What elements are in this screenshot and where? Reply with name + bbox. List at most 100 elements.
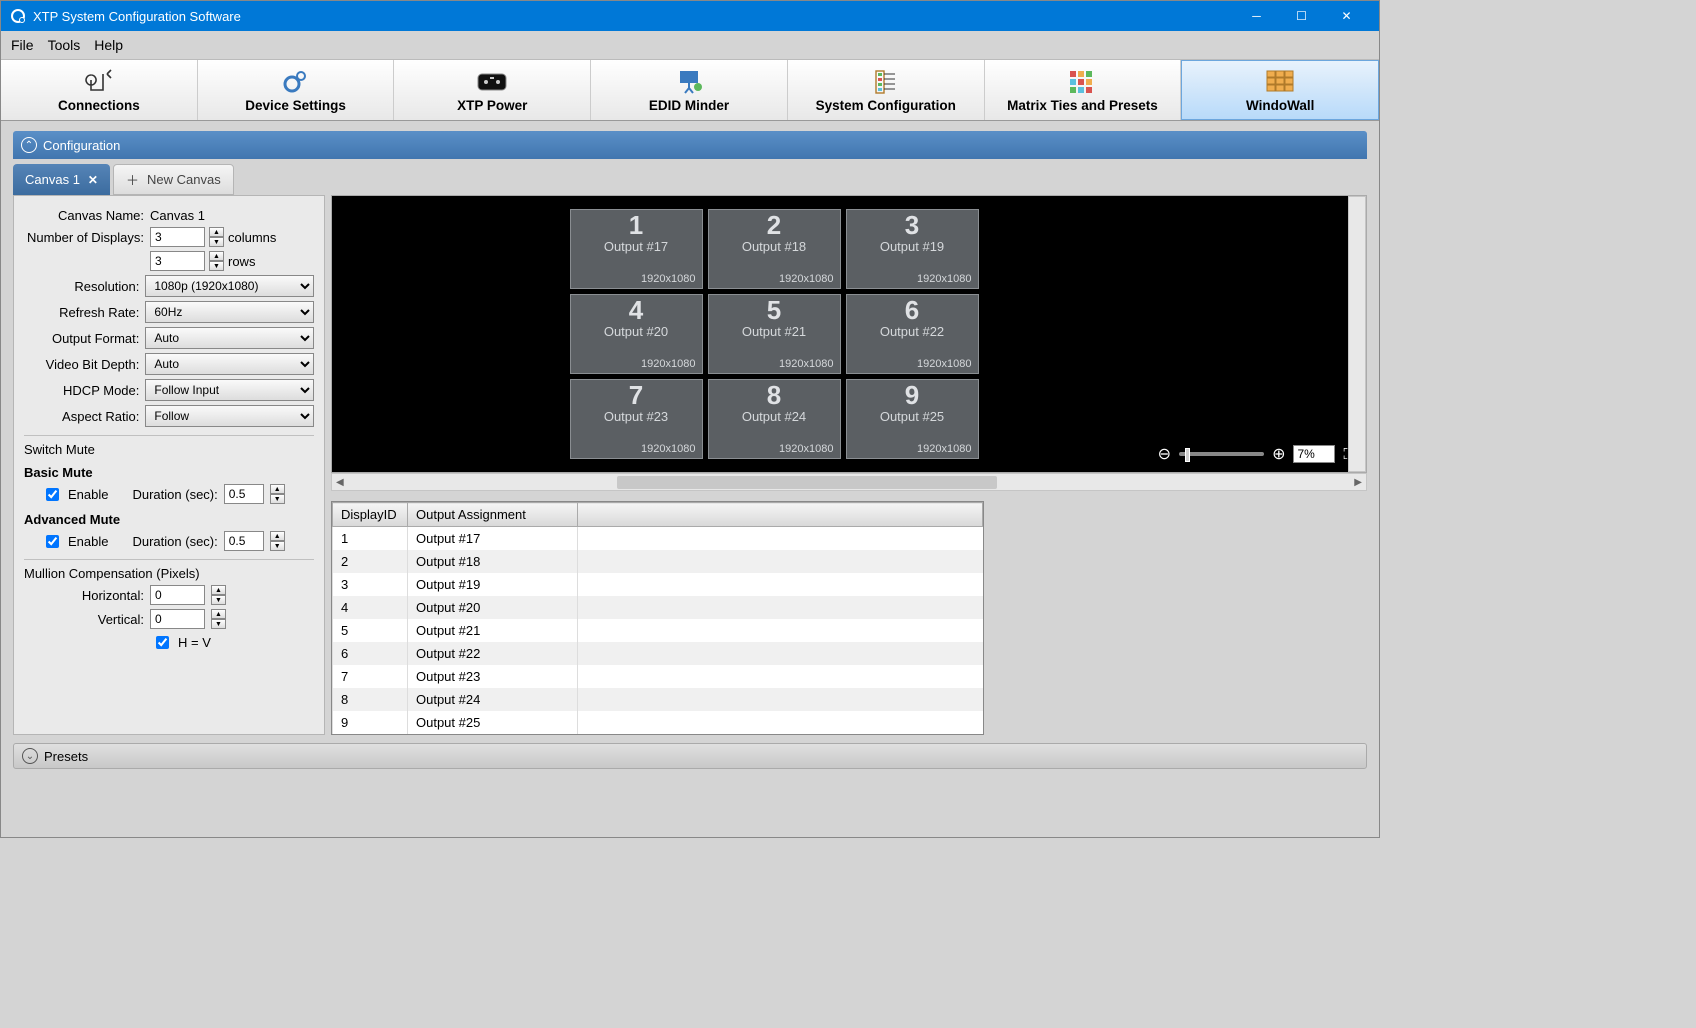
table-header-output[interactable]: Output Assignment bbox=[408, 503, 578, 527]
zoom-out-icon[interactable]: ⊖ bbox=[1158, 444, 1171, 464]
table-header-id[interactable]: DisplayID bbox=[333, 503, 408, 527]
cell-output: Output #25 bbox=[880, 409, 944, 424]
display-cell[interactable]: 2Output #181920x1080 bbox=[708, 209, 841, 289]
basic-mute-enable[interactable] bbox=[46, 488, 59, 501]
refresh-select[interactable]: 60Hz bbox=[145, 301, 314, 323]
toolbar: Connections Device Settings XTP Power ED… bbox=[1, 59, 1379, 121]
columns-spinner[interactable]: ▲▼ bbox=[209, 227, 224, 247]
table-row[interactable]: 9Output #25 bbox=[333, 711, 983, 734]
toolbar-matrix-ties[interactable]: Matrix Ties and Presets bbox=[985, 60, 1182, 120]
edid-icon bbox=[674, 68, 704, 96]
table-row[interactable]: 4Output #20 bbox=[333, 596, 983, 619]
table-row[interactable]: 3Output #19 bbox=[333, 573, 983, 596]
rows-input[interactable] bbox=[150, 251, 205, 271]
aspect-label: Aspect Ratio: bbox=[24, 409, 139, 424]
basic-duration-spinner[interactable]: ▲▼ bbox=[270, 484, 285, 504]
row-id: 6 bbox=[333, 642, 408, 665]
display-cell[interactable]: 8Output #241920x1080 bbox=[708, 379, 841, 459]
vertical-input[interactable] bbox=[150, 609, 205, 629]
menu-help[interactable]: Help bbox=[94, 37, 123, 53]
configuration-label: Configuration bbox=[43, 138, 120, 153]
configuration-header[interactable]: ⌃ Configuration bbox=[13, 131, 1367, 159]
cell-number: 7 bbox=[629, 382, 643, 408]
rows-spinner[interactable]: ▲▼ bbox=[209, 251, 224, 271]
bitdepth-select[interactable]: Auto bbox=[145, 353, 314, 375]
table-row[interactable]: 5Output #21 bbox=[333, 619, 983, 642]
zoom-in-icon[interactable]: ⊕ bbox=[1272, 444, 1285, 464]
minimize-button[interactable]: ─ bbox=[1234, 1, 1279, 31]
resolution-select[interactable]: 1080p (1920x1080) bbox=[145, 275, 314, 297]
vertical-spinner[interactable]: ▲▼ bbox=[211, 609, 226, 629]
tab-canvas-1[interactable]: Canvas 1 ✕ bbox=[13, 164, 110, 195]
columns-input[interactable] bbox=[150, 227, 205, 247]
toolbar-system-config[interactable]: System Configuration bbox=[788, 60, 985, 120]
zoom-slider[interactable] bbox=[1179, 452, 1264, 456]
basic-duration-input[interactable] bbox=[224, 484, 264, 504]
window-title: XTP System Configuration Software bbox=[33, 9, 241, 24]
presets-label: Presets bbox=[44, 749, 88, 764]
table-row[interactable]: 2Output #18 bbox=[333, 550, 983, 573]
canvas-preview[interactable]: 1Output #171920x10802Output #181920x1080… bbox=[331, 195, 1367, 473]
cell-number: 8 bbox=[767, 382, 781, 408]
horizontal-scrollbar[interactable]: ◀ ▶ bbox=[331, 473, 1367, 491]
menu-tools[interactable]: Tools bbox=[48, 37, 81, 53]
row-output: Output #20 bbox=[408, 596, 578, 619]
hv-checkbox[interactable] bbox=[156, 636, 169, 649]
maximize-button[interactable]: ☐ bbox=[1279, 1, 1324, 31]
resolution-label: Resolution: bbox=[24, 279, 139, 294]
app-icon bbox=[11, 9, 25, 23]
display-cell[interactable]: 1Output #171920x1080 bbox=[570, 209, 703, 289]
format-label: Output Format: bbox=[24, 331, 139, 346]
basic-mute-label: Basic Mute bbox=[24, 465, 314, 480]
table-row[interactable]: 7Output #23 bbox=[333, 665, 983, 688]
close-tab-icon[interactable]: ✕ bbox=[88, 173, 98, 187]
table-row[interactable]: 1Output #17 bbox=[333, 527, 983, 551]
basic-duration-label: Duration (sec): bbox=[132, 487, 217, 502]
tab-new-canvas[interactable]: ＋ New Canvas bbox=[113, 164, 234, 195]
format-select[interactable]: Auto bbox=[145, 327, 314, 349]
display-cell[interactable]: 6Output #221920x1080 bbox=[846, 294, 979, 374]
scroll-thumb[interactable] bbox=[617, 476, 997, 489]
close-button[interactable]: ✕ bbox=[1324, 1, 1369, 31]
horizontal-spinner[interactable]: ▲▼ bbox=[211, 585, 226, 605]
toolbar-device-settings[interactable]: Device Settings bbox=[198, 60, 395, 120]
aspect-select[interactable]: Follow bbox=[145, 405, 314, 427]
scroll-left-icon[interactable]: ◀ bbox=[336, 477, 344, 488]
adv-mute-enable[interactable] bbox=[46, 535, 59, 548]
mullion-label: Mullion Compensation (Pixels) bbox=[24, 566, 314, 581]
display-cell[interactable]: 7Output #231920x1080 bbox=[570, 379, 703, 459]
scroll-right-icon[interactable]: ▶ bbox=[1354, 477, 1362, 488]
cell-res: 1920x1080 bbox=[641, 273, 695, 285]
display-cell[interactable]: 9Output #251920x1080 bbox=[846, 379, 979, 459]
display-cell[interactable]: 5Output #211920x1080 bbox=[708, 294, 841, 374]
menu-file[interactable]: File bbox=[11, 37, 34, 53]
toolbar-windowall[interactable]: WindoWall bbox=[1181, 60, 1379, 120]
cell-output: Output #19 bbox=[880, 239, 944, 254]
display-cell[interactable]: 4Output #201920x1080 bbox=[570, 294, 703, 374]
row-id: 5 bbox=[333, 619, 408, 642]
presets-header[interactable]: ⌄ Presets bbox=[13, 743, 1367, 769]
zoom-controls: ⊖ ⊕ ⛶ bbox=[1158, 444, 1354, 464]
toolbar-xtp-power[interactable]: XTP Power bbox=[394, 60, 591, 120]
adv-duration-spinner[interactable]: ▲▼ bbox=[270, 531, 285, 551]
system-config-icon bbox=[873, 68, 899, 96]
cell-output: Output #23 bbox=[604, 409, 668, 424]
hdcp-select[interactable]: Follow Input bbox=[145, 379, 314, 401]
row-id: 8 bbox=[333, 688, 408, 711]
horizontal-input[interactable] bbox=[150, 585, 205, 605]
toolbar-connections[interactable]: Connections bbox=[1, 60, 198, 120]
canvas-name-label: Canvas Name: bbox=[24, 208, 144, 223]
toolbar-edid-minder[interactable]: EDID Minder bbox=[591, 60, 788, 120]
table-row[interactable]: 8Output #24 bbox=[333, 688, 983, 711]
row-output: Output #23 bbox=[408, 665, 578, 688]
canvas-tabs: Canvas 1 ✕ ＋ New Canvas bbox=[13, 164, 1367, 195]
table-row[interactable]: 6Output #22 bbox=[333, 642, 983, 665]
connections-icon bbox=[82, 68, 116, 96]
adv-duration-input[interactable] bbox=[224, 531, 264, 551]
vertical-label: Vertical: bbox=[24, 612, 144, 627]
cell-number: 6 bbox=[905, 297, 919, 323]
rows-label: rows bbox=[228, 254, 255, 269]
vertical-scrollbar[interactable] bbox=[1348, 196, 1366, 472]
zoom-value-input[interactable] bbox=[1293, 445, 1335, 463]
display-cell[interactable]: 3Output #191920x1080 bbox=[846, 209, 979, 289]
